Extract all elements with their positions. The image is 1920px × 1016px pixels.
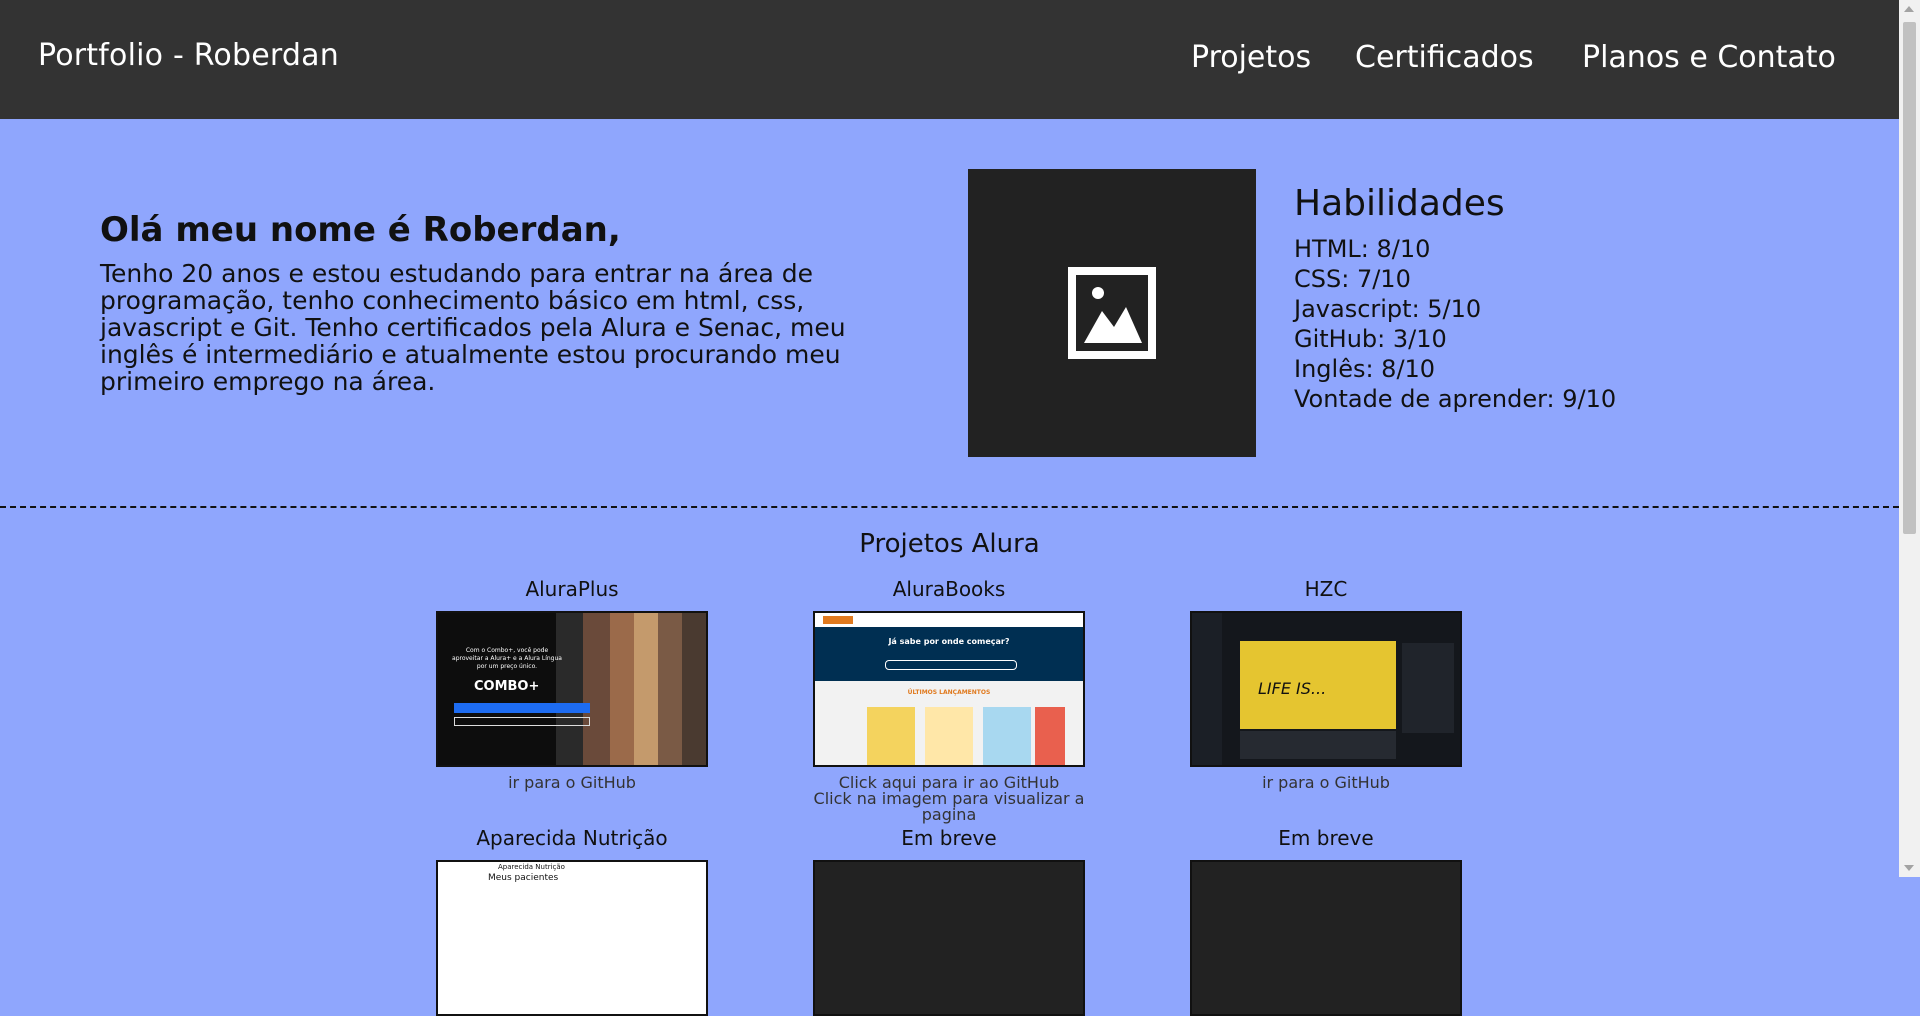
thumbnail-text: Com o Combo+, você pode aproveitar a Alu… [452, 647, 562, 670]
project-card-em-breve: Em breve [813, 826, 1085, 1016]
thumbnail-faces [556, 613, 706, 765]
skill-item: Inglês: 8/10 [1294, 355, 1436, 383]
nav-certificados[interactable]: Certificados [1355, 40, 1534, 75]
scroll-up-arrow-icon[interactable] [1904, 6, 1914, 12]
project-thumbnail-alurabooks[interactable]: Já sabe por onde começar? ÚLTIMOS LANÇAM… [813, 611, 1085, 767]
book-cover [867, 707, 915, 765]
top-navbar: Portfolio - Roberdan Projetos Certificad… [0, 0, 1899, 119]
project-card-hzc: HZC LIFE IS... ir para o GitHub [1190, 577, 1462, 791]
thumbnail-art-text: LIFE IS... [1258, 679, 1327, 698]
intro-section: Olá meu nome é Roberdan, Tenho 20 anos e… [100, 210, 860, 395]
thumbnail-button [454, 703, 590, 713]
intro-paragraph: Tenho 20 anos e estou estudando para ent… [100, 259, 846, 396]
project-title: Em breve [901, 826, 997, 850]
section-divider [0, 506, 1899, 508]
project-title: Aparecida Nutrição [476, 826, 668, 850]
brand-title: Portfolio - Roberdan [38, 38, 339, 73]
project-card-alurabooks: AluraBooks Já sabe por onde começar? ÚLT… [813, 577, 1085, 823]
thumbnail-subheading: Meus pacientes [488, 873, 559, 883]
skill-item: Javascript: 5/10 [1294, 295, 1482, 323]
github-link[interactable]: ir para o GitHub [436, 775, 708, 791]
thumbnail-search [885, 660, 1017, 670]
image-placeholder-icon [1068, 267, 1156, 359]
project-thumbnail-aparecida[interactable]: Aparecida Nutrição Meus pacientes [436, 860, 708, 1016]
project-card-aluraplus: AluraPlus Com o Combo+, você pode aprove… [436, 577, 708, 791]
thumbnail-header: Aparecida Nutrição [438, 862, 706, 873]
book-cover [983, 707, 1031, 765]
thumbnail-combo: COMBO+ [474, 679, 540, 694]
project-title: AluraBooks [892, 577, 1006, 601]
book-cover [925, 707, 973, 765]
scrollbar-thumb[interactable] [1903, 22, 1916, 534]
skills-list: HTML: 8/10 CSS: 7/10 Javascript: 5/10 Gi… [1294, 234, 1616, 414]
project-title: Em breve [1278, 826, 1374, 850]
book-cover [1035, 707, 1065, 765]
project-card-em-breve: Em breve [1190, 826, 1462, 1016]
thumbnail-video-list [1402, 643, 1454, 733]
project-card-aparecida: Aparecida Nutrição Aparecida Nutrição Me… [436, 826, 708, 1016]
nav-projetos[interactable]: Projetos [1191, 40, 1311, 75]
github-link[interactable]: ir para o GitHub [1190, 775, 1462, 791]
skill-item: Vontade de aprender: 9/10 [1294, 385, 1617, 413]
skill-item: GitHub: 3/10 [1294, 325, 1447, 353]
thumbnail-button [454, 717, 590, 726]
skill-item: CSS: 7/10 [1294, 265, 1411, 293]
project-thumbnail-placeholder [813, 860, 1085, 1016]
projects-title: Projetos Alura [859, 529, 1040, 559]
skills-section: Habilidades HTML: 8/10 CSS: 7/10 Javascr… [1294, 183, 1616, 414]
page-scrollbar[interactable] [1899, 0, 1920, 877]
profile-photo-placeholder [968, 169, 1256, 457]
project-thumbnail-aluraplus[interactable]: Com o Combo+, você pode aproveitar a Alu… [436, 611, 708, 767]
nav-planos-contato[interactable]: Planos e Contato [1582, 40, 1836, 75]
project-title: HZC [1304, 577, 1348, 601]
scroll-down-arrow-icon[interactable] [1904, 865, 1914, 871]
thumbnail-info-strip [1240, 731, 1396, 759]
view-page-hint: Click na imagem para visualizar a pagina [813, 789, 1085, 824]
project-thumbnail-placeholder [1190, 860, 1462, 1016]
thumbnail-hero: Já sabe por onde começar? [815, 627, 1083, 681]
thumbnail-header [815, 613, 1083, 627]
project-title: AluraPlus [525, 577, 619, 601]
skill-item: HTML: 8/10 [1294, 235, 1431, 263]
skills-title: Habilidades [1294, 183, 1505, 224]
thumbnail-artwork: LIFE IS... [1240, 641, 1396, 729]
thumbnail-sidebar [1192, 613, 1222, 765]
alurabooks-logo [823, 616, 853, 624]
thumbnail-heading: Já sabe por onde começar? [888, 637, 1010, 646]
thumbnail-section-label: ÚLTIMOS LANÇAMENTOS [907, 689, 991, 696]
intro-heading: Olá meu nome é Roberdan, [100, 210, 621, 250]
project-thumbnail-hzc[interactable]: LIFE IS... [1190, 611, 1462, 767]
